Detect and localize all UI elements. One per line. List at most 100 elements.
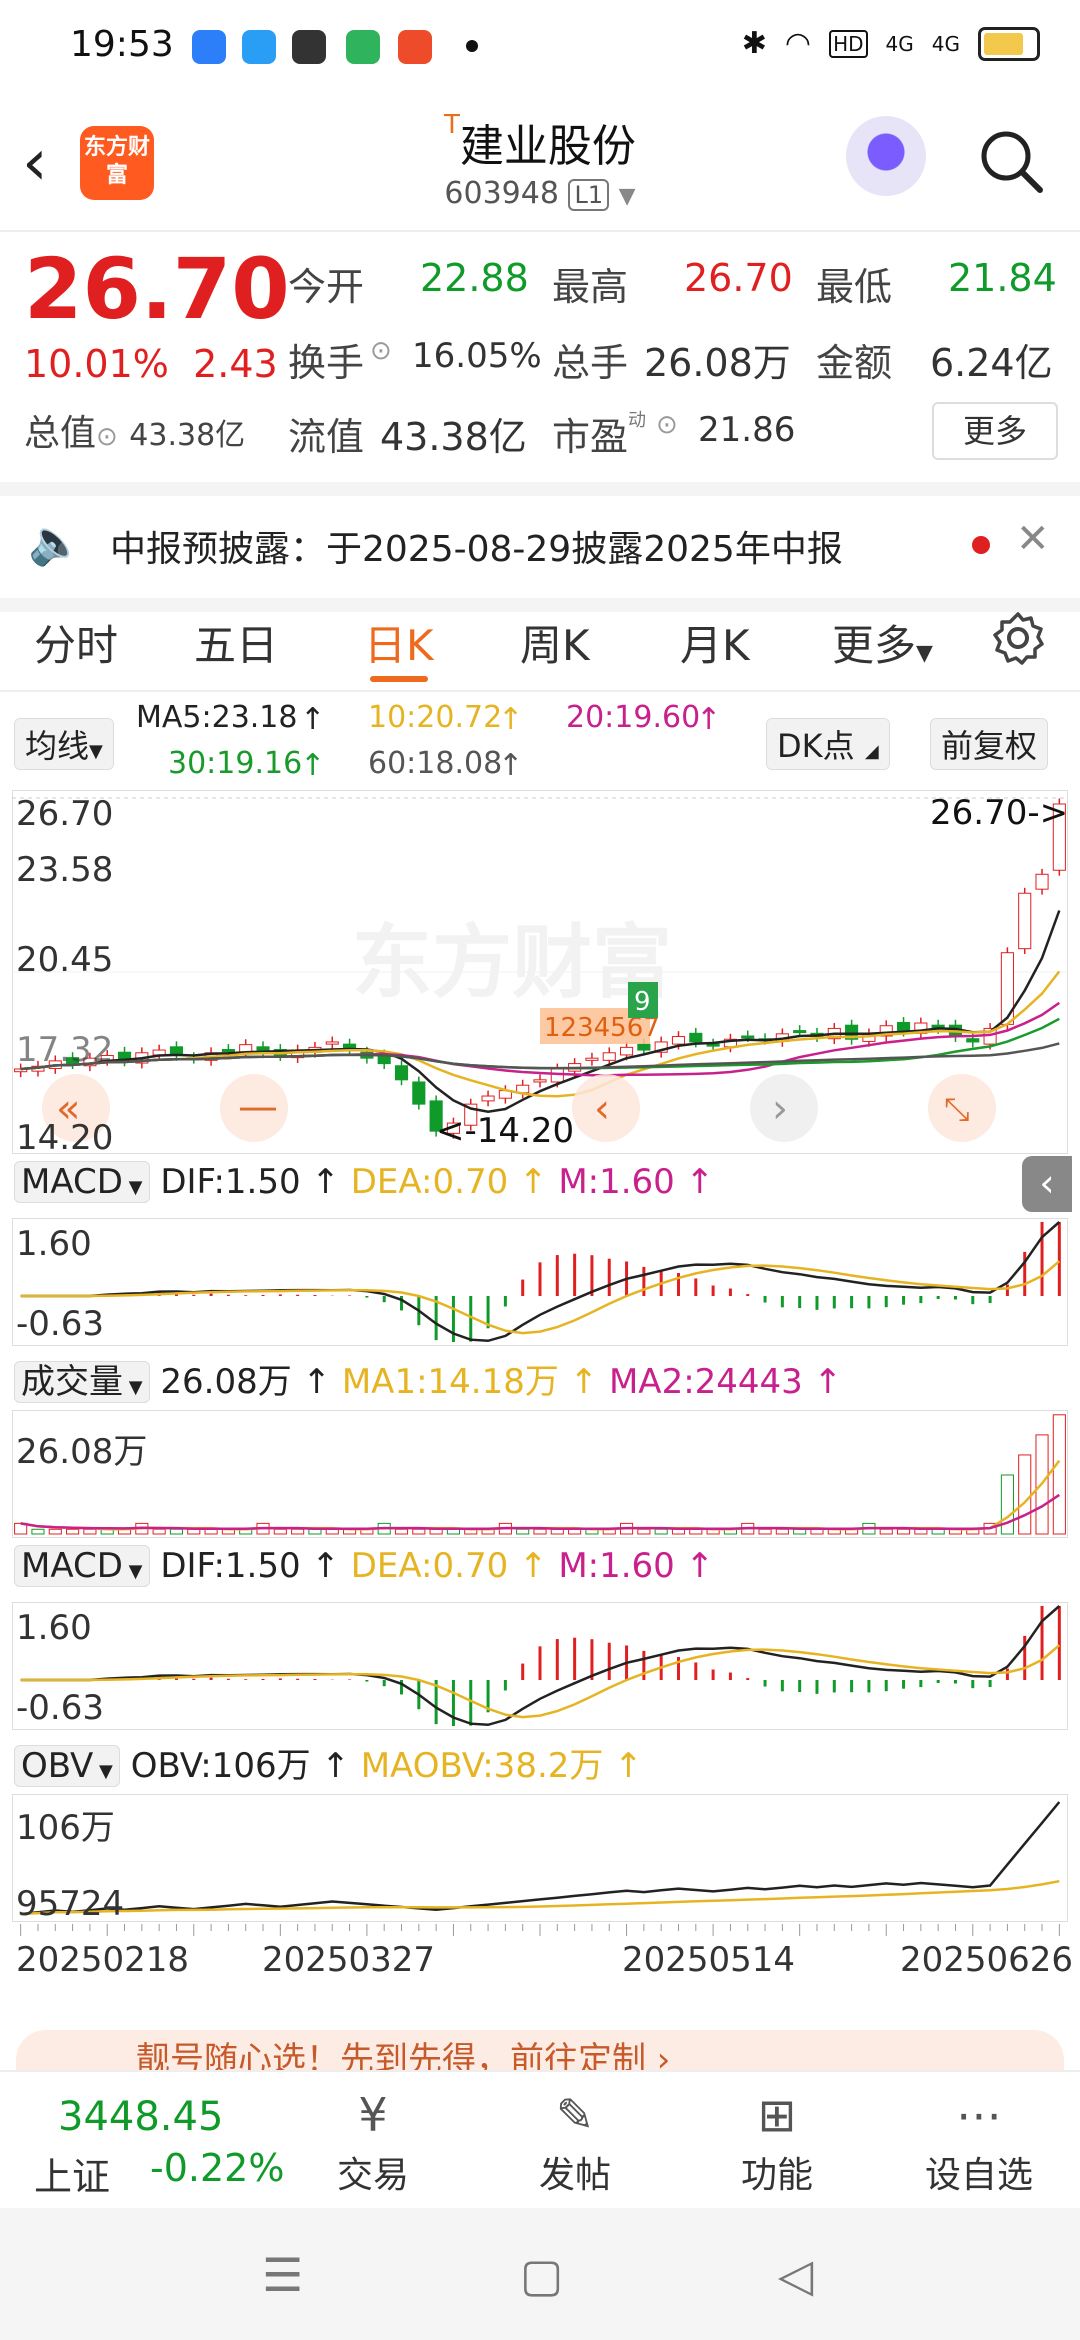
active-tab-indicator <box>370 676 428 682</box>
up-arrow-icon: ↑ <box>696 702 722 737</box>
trade-button[interactable]: ¥ 交易 <box>306 2088 440 2198</box>
volume-bar <box>516 1528 530 1535</box>
date-ticks <box>20 1924 1060 1936</box>
turnover-label: 换手 <box>288 341 365 385</box>
macd2-selector[interactable]: MACD ▼ <box>14 1545 150 1587</box>
notice-bar[interactable]: 🔈 中报预披露：于2025-08-29披露2025年中报 ✕ <box>0 482 1080 612</box>
tab-intraday[interactable]: 分时 <box>34 612 118 673</box>
candle <box>706 1043 720 1047</box>
obv-value: OBV:106万 <box>130 1746 311 1786</box>
volume-label: 总手 <box>552 341 629 385</box>
dk-point-button[interactable]: DK点 ◢ <box>766 718 890 770</box>
caret-down-icon: ▼ <box>916 641 933 666</box>
volume-bar <box>325 1528 339 1535</box>
turnover-value: 16.05% <box>412 336 542 376</box>
up-arrow-icon: ↑ <box>310 1746 361 1786</box>
obv-selector[interactable]: OBV ▼ <box>14 1745 120 1787</box>
watchlist-button[interactable]: ⋯ 设自选 <box>912 2088 1046 2198</box>
max-price-marker: 26.70-> <box>930 793 1068 833</box>
volume-bar <box>204 1528 218 1535</box>
up-arrow-icon: ↑ <box>603 1746 643 1786</box>
tab-more[interactable]: 更多▼ <box>832 612 933 673</box>
pe-label-text: 市盈 <box>552 415 629 459</box>
volume-value: 26.08万 <box>160 1362 292 1402</box>
up-arrow-icon: ↑ <box>802 1362 843 1402</box>
volume-ma2: MA2:24443 <box>608 1362 803 1402</box>
volume-bar <box>1052 1414 1066 1535</box>
candle <box>1000 952 1014 1025</box>
promo-banner[interactable]: 靓号随心选！先到先得，前往定制 › <box>16 2030 1064 2070</box>
volume-bar <box>637 1528 651 1535</box>
up-arrow-icon: ↑ <box>300 748 326 783</box>
post-label: 发帖 <box>538 2155 611 2196</box>
notice-text[interactable]: 中报预披露：于2025-08-29披露2025年中报 <box>110 520 843 572</box>
messages-app-icon <box>346 30 380 64</box>
caret-down-icon: ▼ <box>93 1761 113 1782</box>
info-icon[interactable]: ⊙ <box>96 422 118 452</box>
tab-weekly-k[interactable]: 周K <box>520 612 590 673</box>
ai-assistant-icon[interactable] <box>846 116 926 196</box>
home-icon[interactable]: ▢ <box>520 2248 563 2302</box>
stock-code[interactable]: 603948 L1 ▼ <box>0 176 1080 211</box>
app-notification-icon <box>192 30 226 64</box>
close-icon[interactable]: ✕ <box>1016 516 1050 562</box>
volume-ma1: MA1:14.18万 <box>341 1362 559 1402</box>
price-change: 10.01% 2.43 <box>24 342 278 386</box>
tab-five-day[interactable]: 五日 <box>194 612 278 673</box>
caret-down-icon: ▼ <box>122 1177 143 1198</box>
macd-y-top: 1.60 <box>16 1224 92 1264</box>
adjust-price-button[interactable]: 前复权 <box>930 718 1049 770</box>
candle <box>602 1052 616 1061</box>
post-button[interactable]: ✎ 发帖 <box>508 2088 642 2198</box>
macd2-dea: DEA:0.70 <box>350 1546 509 1586</box>
candle <box>533 1079 547 1083</box>
macd-selector[interactable]: MACD ▼ <box>14 1161 150 1203</box>
tab-more-label: 更多 <box>832 621 917 670</box>
stock-header: ‹ 东方财富 T建业股份 603948 L1 ▼ <box>0 96 1080 232</box>
volume-bar <box>810 1528 824 1535</box>
volume-bar <box>914 1528 928 1535</box>
volume-selector-label: 成交量 <box>21 1362 123 1402</box>
volume-bar <box>187 1528 201 1535</box>
volume-selector[interactable]: 成交量 ▼ <box>14 1361 150 1403</box>
volume-bar <box>758 1528 772 1535</box>
function-button[interactable]: ⊞ 功能 <box>710 2088 844 2198</box>
more-button[interactable]: 更多 <box>932 402 1058 460</box>
macd-selector-label: MACD <box>21 1162 123 1202</box>
index-value[interactable]: 3448.45 <box>58 2094 223 2140</box>
search-icon[interactable] <box>976 126 1046 196</box>
indicator-selector[interactable]: 均线▼ <box>14 718 114 770</box>
info-icon[interactable]: ⊙ <box>656 410 678 440</box>
volume-bar <box>533 1528 547 1535</box>
float-value: 43.38亿 <box>380 415 527 459</box>
settings-gear-icon[interactable] <box>990 610 1046 666</box>
back-triangle-icon[interactable]: ◁ <box>778 2248 813 2302</box>
candle <box>637 1043 651 1051</box>
tab-daily-k[interactable]: 日K <box>364 612 434 673</box>
collapse-panel-icon[interactable]: ‹ <box>1022 1156 1072 1212</box>
low-label: 最低 <box>816 265 893 309</box>
amount-value: 6.24亿 <box>930 341 1053 385</box>
macd2-dif: DIF:1.50 <box>160 1546 301 1586</box>
y-axis-label: 20.45 <box>16 940 114 980</box>
signal-icon-2: 4G <box>931 31 960 56</box>
promo-text: 靓号随心选！先到先得，前往定制 › <box>136 2040 671 2070</box>
up-arrow-icon: ↑ <box>300 1162 351 1202</box>
kline-chart[interactable]: 东方财富 1234567 9 26.70-> <-14.20 « — ‹ › ⤡ <box>12 790 1068 1154</box>
info-icon[interactable]: ⊙ <box>370 336 392 366</box>
y-axis-label: 17.32 <box>16 1030 114 1070</box>
status-bar: 19:53 ✱ ◠ HD 4G 4G <box>0 0 1080 96</box>
tab-monthly-k[interactable]: 月K <box>680 612 750 673</box>
macd2-m: M:1.60 <box>558 1546 675 1586</box>
candle <box>966 1038 980 1043</box>
index-name[interactable]: 上证 <box>34 2146 110 2201</box>
volume-bar <box>775 1528 789 1535</box>
index-change[interactable]: -0.22% <box>150 2146 284 2190</box>
volume-bar <box>66 1528 80 1535</box>
signal-icon: 4G <box>885 31 914 56</box>
up-arrow-icon: ↑ <box>498 702 524 737</box>
wifi-icon: ◠ <box>784 26 812 61</box>
menu-icon[interactable]: ☰ <box>262 2248 303 2302</box>
volume-bar <box>896 1528 911 1535</box>
macd-panel-header: MACD ▼ DIF:1.50 ↑ DEA:0.70 ↑ M:1.60 ↑ <box>14 1161 714 1203</box>
